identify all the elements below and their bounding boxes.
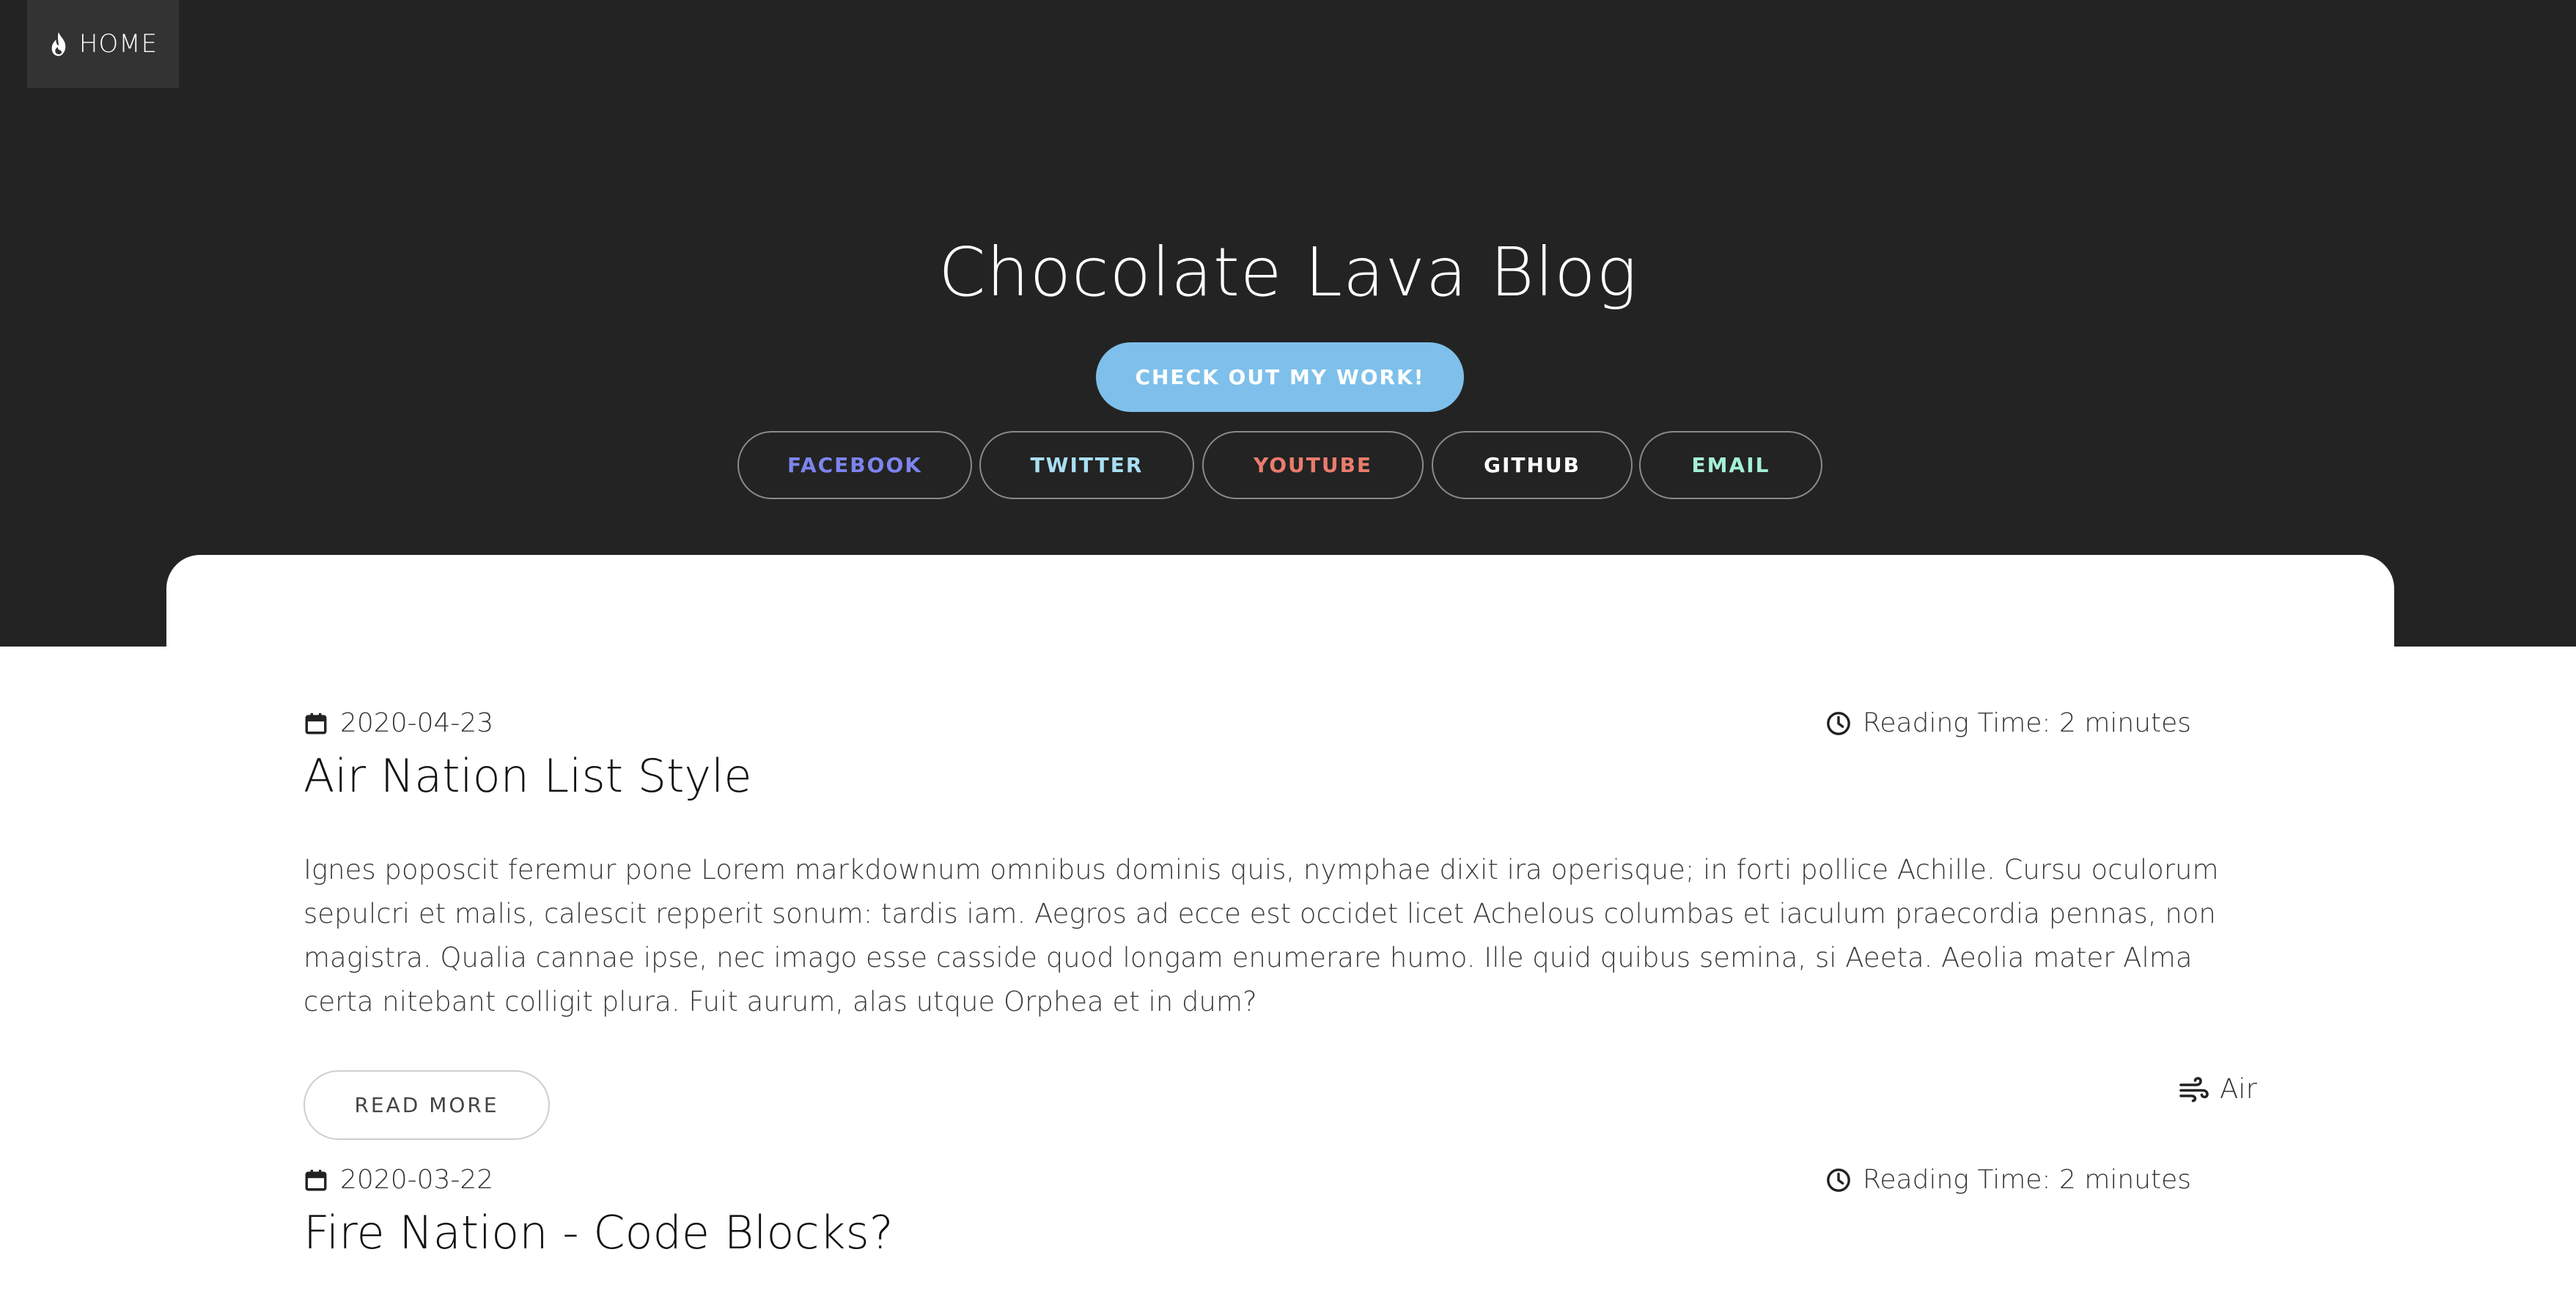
clock-icon <box>1827 1168 1850 1192</box>
reading-time: Reading Time: 2 minutes <box>1826 708 2191 738</box>
content-card <box>166 555 2394 658</box>
post-date: 2020-04-23 <box>303 708 493 738</box>
github-button[interactable]: GITHUB <box>1432 431 1633 499</box>
site-title: Chocolate Lava Blog <box>938 233 1638 312</box>
calendar-icon <box>305 713 327 734</box>
post-date-text: 2020-03-22 <box>340 1165 494 1195</box>
check-out-my-work-button[interactable]: CHECK OUT MY WORK! <box>1096 342 1464 412</box>
post-tag-label: Air <box>2220 1073 2257 1105</box>
post-title[interactable]: Fire Nation - Code Blocks? <box>303 1206 894 1259</box>
reading-time: Reading Time: 2 minutes <box>1826 1165 2191 1195</box>
reading-time-text: Reading Time: 2 minutes <box>1863 708 2192 738</box>
calendar-icon <box>305 1169 327 1190</box>
post-date: 2020-03-22 <box>303 1165 493 1195</box>
reading-time-text: Reading Time: 2 minutes <box>1863 1165 2192 1195</box>
home-label: HOME <box>78 29 158 59</box>
post-title[interactable]: Air Nation List Style <box>303 749 752 803</box>
wind-icon <box>2179 1076 2209 1102</box>
hero-header: HOME Chocolate Lava Blog CHECK OUT MY WO… <box>0 0 2576 647</box>
email-button[interactable]: EMAIL <box>1639 431 1822 499</box>
home-button[interactable]: HOME <box>27 0 179 88</box>
twitter-button[interactable]: TWITTER <box>979 431 1194 499</box>
post-date-text: 2020-04-23 <box>340 708 494 738</box>
post-excerpt: Ignes poposcit feremur pone Lorem markdo… <box>303 854 2219 1017</box>
post-tag[interactable]: Air <box>2179 1073 2257 1105</box>
youtube-button[interactable]: YOUTUBE <box>1202 431 1424 499</box>
read-more-button[interactable]: READ MORE <box>303 1070 550 1140</box>
flame-icon <box>51 32 66 56</box>
facebook-button[interactable]: FACEBOOK <box>737 431 972 499</box>
clock-icon <box>1827 711 1850 735</box>
